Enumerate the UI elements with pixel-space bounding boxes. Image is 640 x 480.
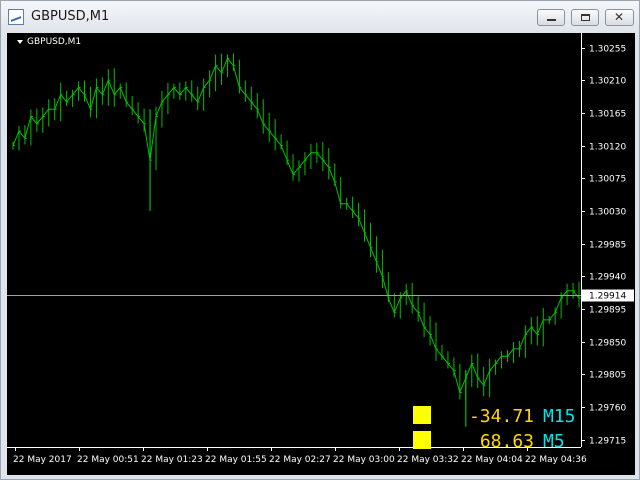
y-tick-label: 1.30255 <box>589 45 626 55</box>
indicator-timeframe: M15 <box>543 406 576 427</box>
x-tick-label: 22 May 01:55 <box>205 455 267 465</box>
x-tick-label: 22 May 03:32 <box>397 455 459 465</box>
minimize-icon <box>547 19 556 21</box>
maximize-icon <box>581 14 590 21</box>
close-icon: ✕ <box>614 10 625 24</box>
window-title: GBPUSD,M1 <box>31 9 110 24</box>
chart-canvas[interactable]: 1.30255 1.30210 1.30165 1.30120 1.30075 1.300… <box>7 33 635 475</box>
price-chart[interactable]: 1.30255 1.30210 1.30165 1.30120 1.30075 1.300… <box>7 33 635 475</box>
y-tick-label: 1.29985 <box>589 241 626 251</box>
terminal-window: GBPUSD,M1 ✕ 1.30255 1.30210 1.30165 1.30120… <box>0 0 640 480</box>
y-tick-label: 1.30210 <box>589 77 626 87</box>
x-tick-label: 22 May 2017 <box>13 455 72 465</box>
y-tick-label: 1.30120 <box>589 143 626 153</box>
close-button[interactable]: ✕ <box>605 9 634 26</box>
indicator-square <box>413 406 431 424</box>
dropdown-triangle-icon[interactable] <box>17 39 23 44</box>
indicator-timeframe: M5 <box>543 431 565 452</box>
minimize-button[interactable] <box>537 9 565 26</box>
x-tick-label: 22 May 00:51 <box>77 455 139 465</box>
y-tick-label: 1.29850 <box>589 339 626 349</box>
y-tick-label: 1.30030 <box>589 208 626 218</box>
maximize-button[interactable] <box>571 9 599 26</box>
symbol-label[interactable]: GBPUSD,M1 <box>17 37 81 47</box>
price-line <box>12 57 580 395</box>
x-tick-label: 22 May 04:36 <box>525 455 587 465</box>
y-tick-label: 1.29805 <box>589 371 626 381</box>
y-tick-label: 1.29760 <box>589 404 626 414</box>
y-tick-label: 1.30165 <box>589 110 626 120</box>
x-tick-label: 22 May 03:00 <box>333 455 395 465</box>
y-tick-label: 1.29895 <box>589 306 626 316</box>
chart-window-icon <box>8 9 24 26</box>
y-tick-label: 1.29715 <box>589 437 626 447</box>
x-tick-label: 22 May 01:23 <box>141 455 203 465</box>
x-tick-label: 22 May 04:04 <box>461 455 523 465</box>
title-bar[interactable]: GBPUSD,M1 ✕ <box>1 1 639 33</box>
y-tick-label: 1.29940 <box>589 273 626 283</box>
indicator-value: 68.63 <box>480 431 534 452</box>
current-price-label: 1.29914 <box>589 292 626 302</box>
indicator-square <box>413 431 431 449</box>
x-tick-label: 22 May 02:27 <box>269 455 331 465</box>
indicator-value: -34.71 <box>469 406 534 427</box>
y-tick-label: 1.30075 <box>589 175 626 185</box>
